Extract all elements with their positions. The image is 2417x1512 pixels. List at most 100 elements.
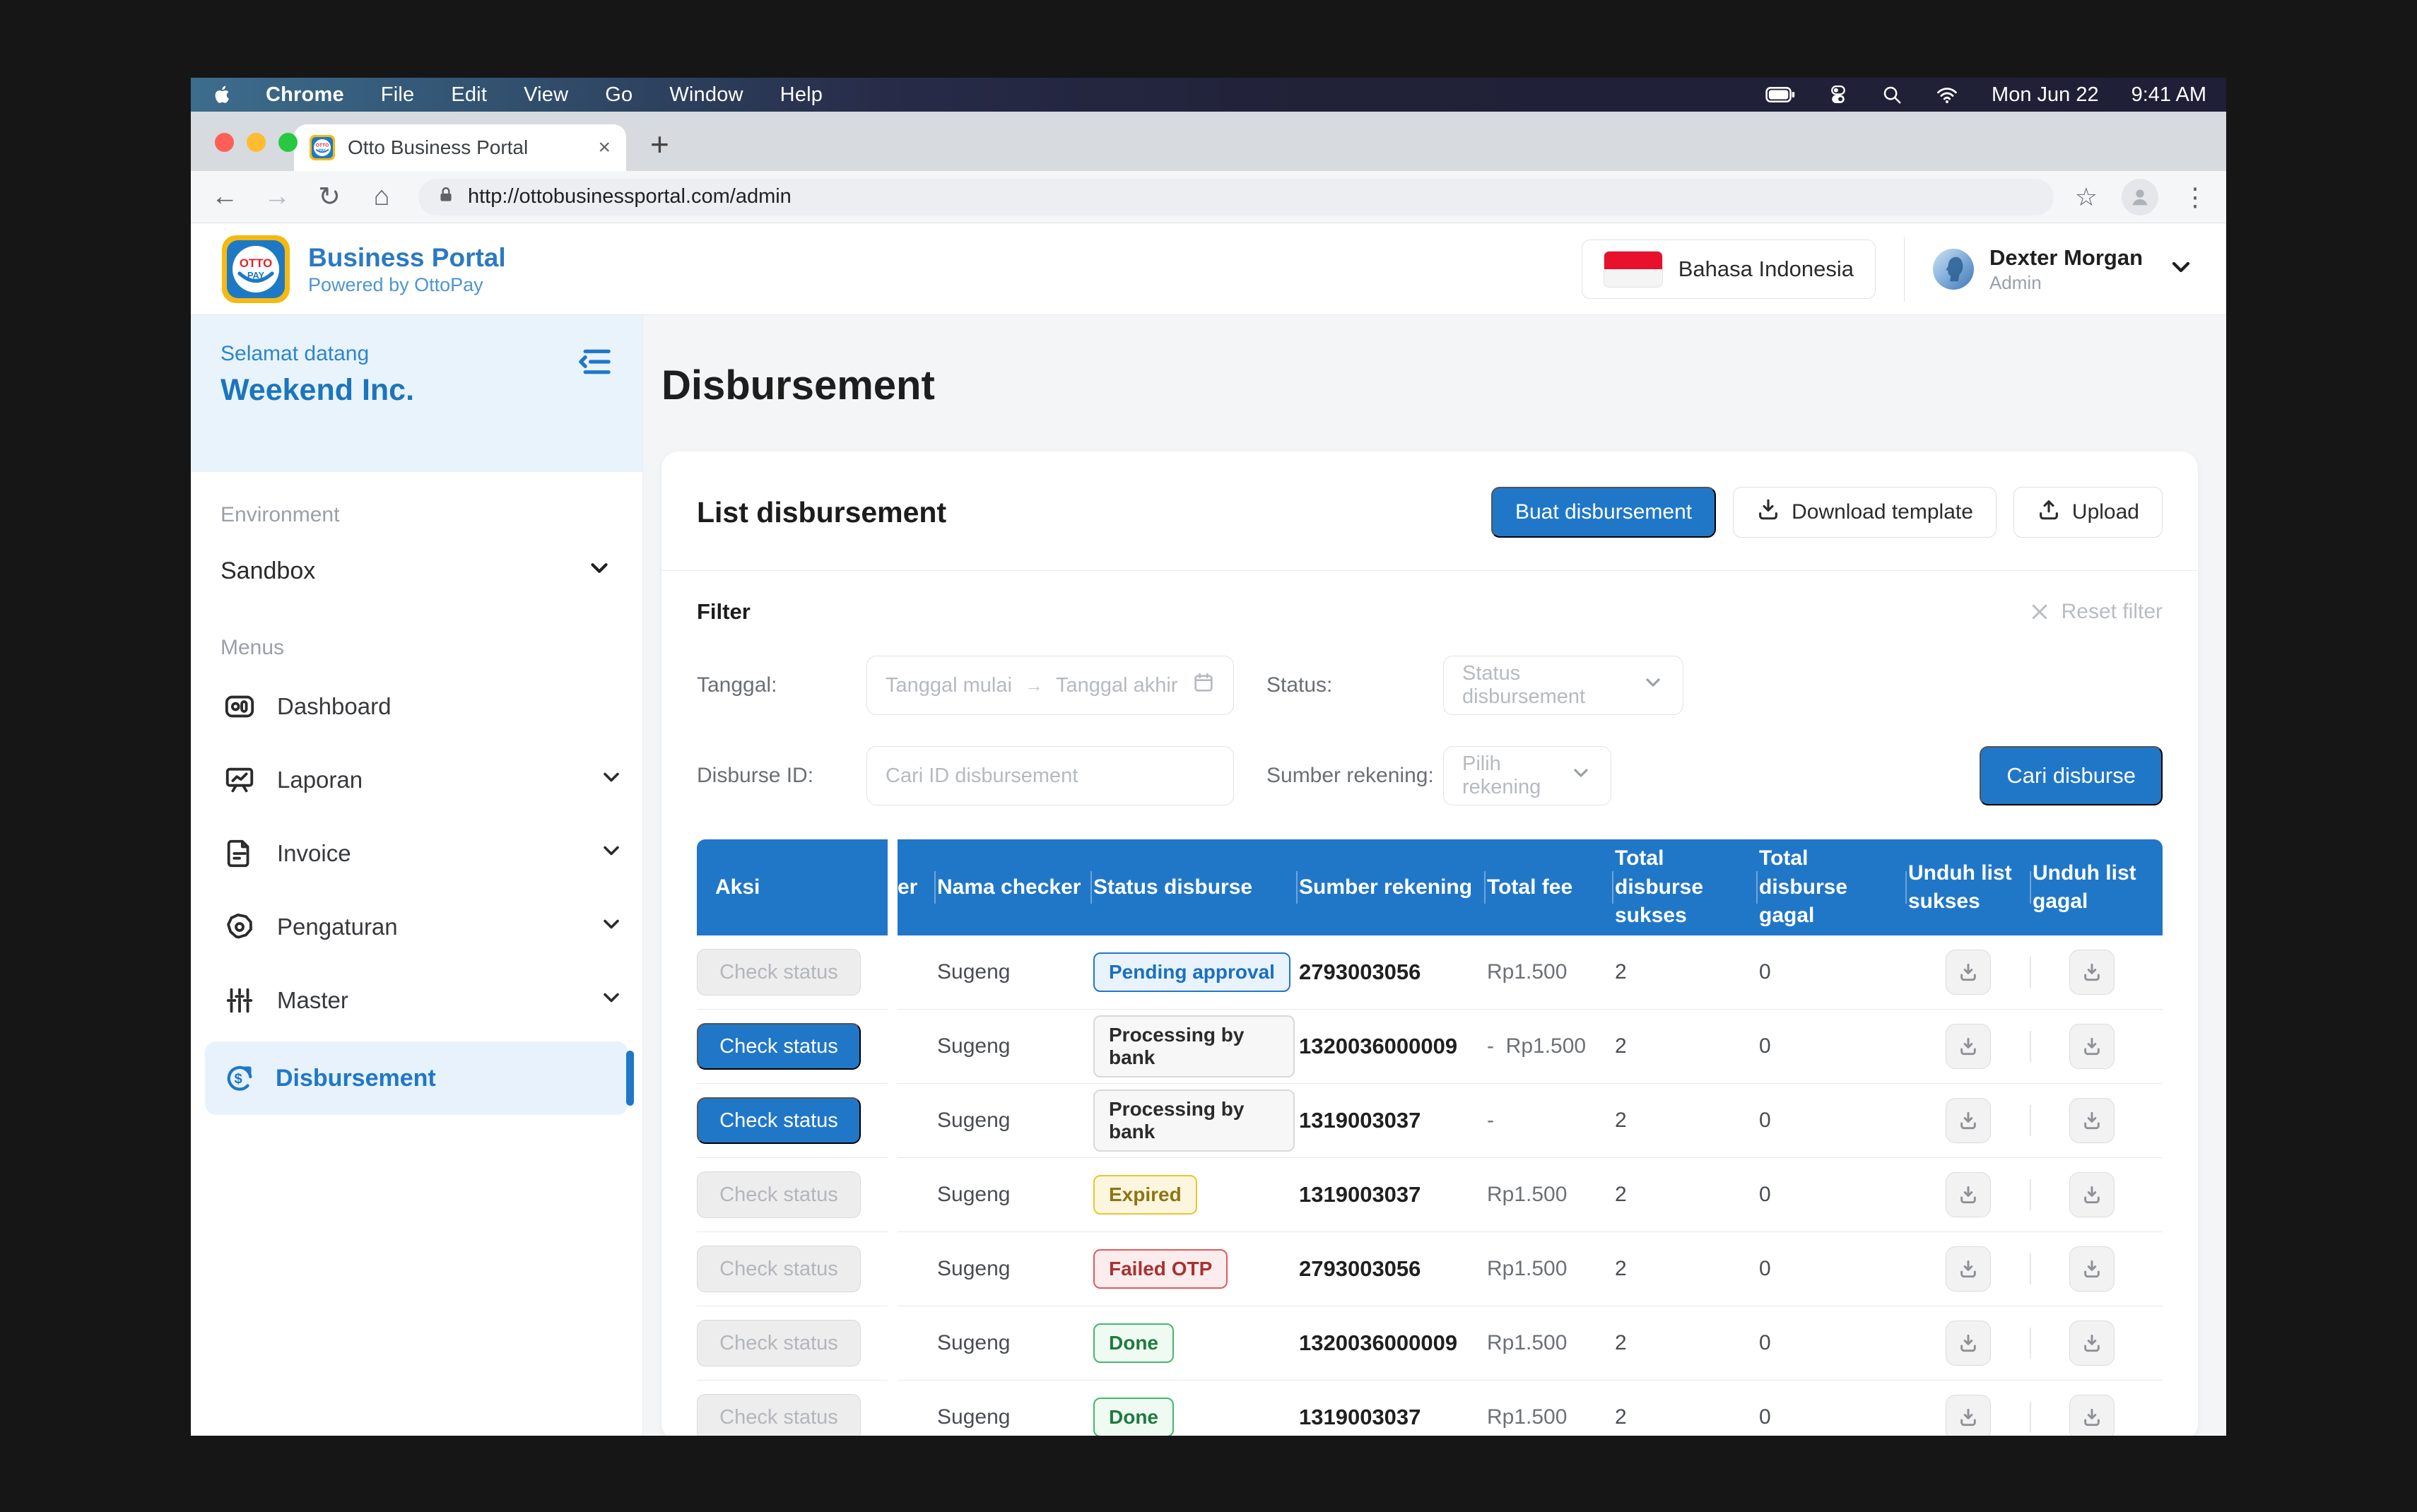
download-list-sukses-button[interactable] xyxy=(1946,1024,1991,1069)
download-list-gagal-button[interactable] xyxy=(2069,950,2115,995)
download-template-button[interactable]: Download template xyxy=(1733,487,1996,538)
download-list-sukses-button[interactable] xyxy=(1946,1246,1991,1292)
reset-filter-button[interactable]: Reset filter xyxy=(2029,600,2163,624)
chevron-down-icon xyxy=(586,555,613,588)
download-list-gagal-button[interactable] xyxy=(2069,1395,2115,1436)
check-status-button[interactable]: Check status xyxy=(697,1171,861,1218)
browser-profile-icon[interactable] xyxy=(2122,179,2158,215)
menubar-item-window[interactable]: Window xyxy=(669,83,743,107)
browser-menu-icon[interactable]: ⋮ xyxy=(2182,182,2208,212)
menubar-item-edit[interactable]: Edit xyxy=(451,83,487,107)
brand: OTTOPAY Business Portal Powered by OttoP… xyxy=(222,235,506,303)
disburse-id-input[interactable]: Cari ID disbursement xyxy=(866,746,1234,805)
checker-cell: Sugeng xyxy=(937,1331,1089,1355)
download-icon xyxy=(1957,961,1980,984)
table-row: Check status Sugeng Failed OTP 279300305… xyxy=(697,1232,2163,1306)
report-icon xyxy=(223,764,256,796)
list-disbursement-card: List disbursement Buat disbursement Down… xyxy=(661,451,2198,1436)
total-gagal-cell: 0 xyxy=(1759,960,1904,984)
upload-button[interactable]: Upload xyxy=(2013,487,2163,538)
check-status-button[interactable]: Check status xyxy=(697,1023,861,1070)
download-list-sukses-button[interactable] xyxy=(1946,1172,1991,1217)
sidebar-item-dashboard[interactable]: Dashboard xyxy=(191,670,642,743)
download-list-gagal-button[interactable] xyxy=(2069,1321,2115,1366)
create-disbursement-button[interactable]: Buat disbursement xyxy=(1491,487,1716,538)
status-badge: Done xyxy=(1093,1323,1174,1363)
download-list-sukses-button[interactable] xyxy=(1946,950,1991,995)
menubar-item-help[interactable]: Help xyxy=(780,83,823,107)
download-list-sukses-button[interactable] xyxy=(1946,1395,1991,1436)
sidebar-item-laporan[interactable]: Laporan xyxy=(191,743,642,817)
column-unduh-list-sukses: Unduh list sukses xyxy=(1908,859,2028,916)
column-maker-fragment: er xyxy=(898,873,933,902)
indonesia-flag-icon xyxy=(1604,251,1663,288)
cari-disburse-button[interactable]: Cari disburse xyxy=(1980,746,2163,805)
user-avatar[interactable] xyxy=(1933,249,1974,290)
tab-close-icon[interactable]: × xyxy=(598,136,611,160)
card-title: List disbursement xyxy=(697,496,946,529)
total-fee-cell: Rp1.500 xyxy=(1487,1183,1611,1207)
bookmark-star-icon[interactable]: ☆ xyxy=(2075,182,2098,212)
sidebar-collapse-icon[interactable] xyxy=(576,346,613,381)
minimize-window-button[interactable] xyxy=(247,133,266,152)
download-icon xyxy=(2081,1258,2103,1280)
download-list-sukses-button[interactable] xyxy=(1946,1098,1991,1143)
sumber-rekening-select[interactable]: Pilih rekening xyxy=(1443,746,1611,805)
check-status-button[interactable]: Check status xyxy=(697,1320,861,1366)
column-total-disburse-sukses: Total disburse sukses xyxy=(1615,844,1755,931)
checker-cell: Sugeng xyxy=(937,1183,1089,1207)
forward-icon[interactable]: → xyxy=(261,182,293,212)
download-list-gagal-button[interactable] xyxy=(2069,1098,2115,1143)
download-list-gagal-button[interactable] xyxy=(2069,1246,2115,1292)
check-status-button[interactable]: Check status xyxy=(697,1097,861,1144)
address-bar[interactable]: http://ottobusinessportal.com/admin xyxy=(418,179,2054,215)
macos-menubar: Chrome File Edit View Go Window Help Mon… xyxy=(191,78,2226,112)
environment-select[interactable]: Sandbox xyxy=(191,537,642,605)
menubar-time[interactable]: 9:41 AM xyxy=(2131,83,2206,107)
close-window-button[interactable] xyxy=(215,133,234,152)
total-gagal-cell: 0 xyxy=(1759,1034,1904,1058)
new-tab-button[interactable]: + xyxy=(650,123,669,165)
battery-icon[interactable] xyxy=(1765,86,1795,103)
download-icon xyxy=(2081,1406,2103,1429)
sidebar-item-pengaturan[interactable]: Pengaturan xyxy=(191,890,642,964)
check-status-button[interactable]: Check status xyxy=(697,1394,861,1436)
svg-text:OTTO: OTTO xyxy=(316,143,329,148)
checker-cell: Sugeng xyxy=(937,960,1089,984)
total-sukses-cell: 2 xyxy=(1615,1034,1755,1058)
sidebar-item-invoice[interactable]: Invoice xyxy=(191,817,642,890)
card-divider xyxy=(661,570,2198,571)
total-sukses-cell: 2 xyxy=(1615,1183,1755,1207)
wifi-icon[interactable] xyxy=(1935,84,1959,105)
menubar-item-view[interactable]: View xyxy=(524,83,568,107)
apple-menu-icon[interactable] xyxy=(211,83,235,107)
zoom-window-button[interactable] xyxy=(278,133,298,152)
date-range-input[interactable]: Tanggal mulai → Tanggal akhir xyxy=(866,656,1234,715)
menubar-item-file[interactable]: File xyxy=(381,83,415,107)
total-fee-cell: Rp1.500 xyxy=(1487,960,1611,984)
download-list-gagal-button[interactable] xyxy=(2069,1172,2115,1217)
user-menu-chevron-icon[interactable] xyxy=(2167,253,2195,285)
menubar-item-go[interactable]: Go xyxy=(605,83,633,107)
header-divider xyxy=(1904,237,1905,302)
status-badge: Processing by bank xyxy=(1093,1015,1295,1077)
check-status-button[interactable]: Check status xyxy=(697,949,861,996)
reload-icon[interactable]: ↻ xyxy=(314,181,345,213)
window-controls xyxy=(215,133,298,152)
language-button[interactable]: Bahasa Indonesia xyxy=(1582,240,1876,299)
download-list-gagal-button[interactable] xyxy=(2069,1024,2115,1069)
status-select[interactable]: Status disbursement xyxy=(1443,656,1683,715)
menubar-date[interactable]: Mon Jun 22 xyxy=(1992,83,2099,107)
spotlight-icon[interactable] xyxy=(1881,84,1903,105)
back-icon[interactable]: ← xyxy=(209,182,240,212)
check-status-button[interactable]: Check status xyxy=(697,1246,861,1292)
sidebar-item-disbursement[interactable]: $Disbursement xyxy=(205,1041,628,1115)
sidebar-item-master[interactable]: Master xyxy=(191,964,642,1037)
home-icon[interactable]: ⌂ xyxy=(366,182,397,212)
otto-favicon: OTTOPAY xyxy=(310,135,335,160)
control-center-icon[interactable] xyxy=(1828,84,1849,105)
download-list-sukses-button[interactable] xyxy=(1946,1321,1991,1366)
menubar-item-chrome[interactable]: Chrome xyxy=(266,83,344,107)
browser-tab[interactable]: OTTOPAY Otto Business Portal × xyxy=(294,124,626,171)
column-sumber-rekening: Sumber rekening xyxy=(1299,873,1483,902)
